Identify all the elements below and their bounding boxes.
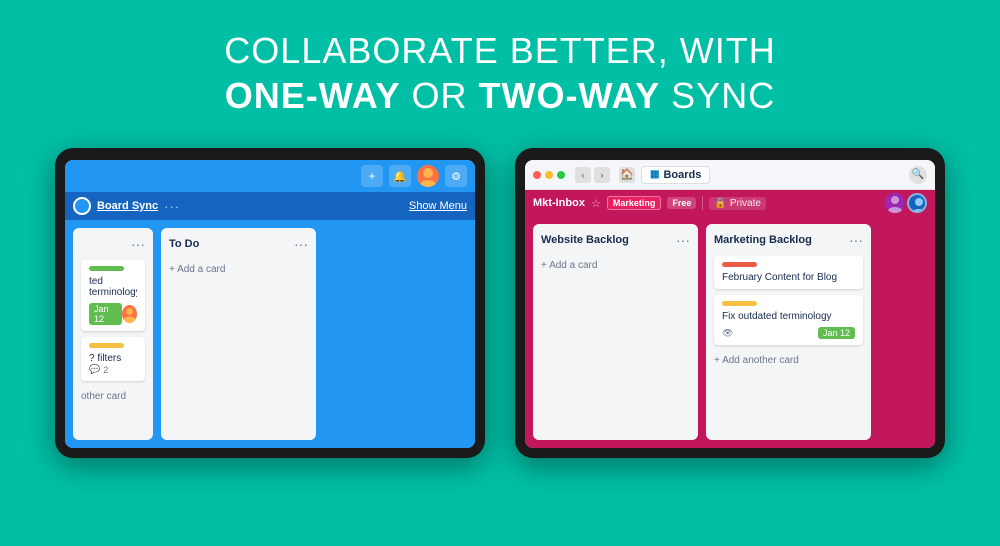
mkt-card2-date: Jan 12 <box>818 327 855 339</box>
hero-line2-oneway: ONE-WAY <box>225 75 401 116</box>
website-col-header: Website Backlog ··· <box>541 232 690 248</box>
partial-card-1: ted terminology Jan 12 <box>81 260 145 331</box>
boards-icon: ▦ <box>650 169 659 180</box>
left-screen: + 🔔 ⚙ Board Sync ··· Show Menu <box>65 160 475 448</box>
partial-card-2: ? filters 💬 2 <box>81 337 145 381</box>
left-toolbar: + 🔔 ⚙ <box>65 160 475 192</box>
website-col-more[interactable]: ··· <box>676 232 690 248</box>
minimize-button[interactable] <box>545 171 553 179</box>
close-button[interactable] <box>533 171 541 179</box>
right-screen: ‹ › 🏠 ▦ Boards 🔍 Mkt-Inbox ☆ Marketing F… <box>525 160 935 448</box>
marketing-badge: Marketing <box>607 196 662 210</box>
marketing-col-title: Marketing Backlog <box>714 234 812 246</box>
partial-col-header: ··· <box>81 236 145 252</box>
mkt-card2-text: Fix outdated terminology <box>722 311 855 322</box>
todo-col-more[interactable]: ··· <box>294 236 308 252</box>
todo-add-card[interactable]: + Add a card <box>169 260 308 279</box>
user-avatar <box>417 165 439 187</box>
boards-label: Boards <box>663 169 701 181</box>
todo-col-header: To Do ··· <box>169 236 308 252</box>
mkt-add-card[interactable]: + Add another card <box>714 351 863 370</box>
divider <box>702 196 703 210</box>
comment-count: 💬 2 <box>89 364 137 375</box>
hero-or: OR <box>401 75 479 116</box>
free-badge: Free <box>667 197 696 209</box>
website-add-card[interactable]: + Add a card <box>541 256 690 275</box>
boards-tab[interactable]: ▦ Boards <box>641 166 710 184</box>
nav-icons: ‹ › <box>575 167 610 183</box>
partial-column: ··· ted terminology Jan 12 <box>73 228 153 440</box>
marketing-backlog-column: Marketing Backlog ··· February Content f… <box>706 224 871 440</box>
devices-row: + 🔔 ⚙ Board Sync ··· Show Menu <box>0 148 1000 458</box>
mkt-avatars <box>885 193 927 213</box>
red-label <box>722 262 757 267</box>
hero-line1: COLLABORATE BETTER, WITH <box>224 30 775 71</box>
browser-toolbar: ‹ › 🏠 ▦ Boards 🔍 <box>525 160 935 190</box>
todo-column: To Do ··· + Add a card <box>161 228 316 440</box>
mkt-board-bar: Mkt-Inbox ☆ Marketing Free 🔒 Private <box>525 190 935 216</box>
hero-line2-twoway: TWO-WAY <box>479 75 661 116</box>
show-menu-link[interactable]: Show Menu <box>409 200 467 212</box>
card1-text: ted terminology <box>89 276 137 298</box>
lock-icon: 🔒 <box>714 198 726 209</box>
card1-avatar <box>122 305 137 323</box>
eye-icon: 👁 <box>722 328 733 339</box>
website-col-title: Website Backlog <box>541 234 629 246</box>
todo-title: To Do <box>169 238 199 250</box>
mkt-avatar-1 <box>885 193 905 213</box>
back-button[interactable]: ‹ <box>575 167 591 183</box>
board-dots: ··· <box>164 199 180 214</box>
mkt-board-content: Website Backlog ··· + Add a card Marketi… <box>525 216 935 448</box>
marketing-col-header: Marketing Backlog ··· <box>714 232 863 248</box>
board-subbar: Board Sync ··· Show Menu <box>65 192 475 220</box>
board-icon <box>73 197 91 215</box>
home-button[interactable]: 🏠 <box>619 167 635 183</box>
maximize-button[interactable] <box>557 171 565 179</box>
star-icon[interactable]: ☆ <box>591 197 601 210</box>
bell-button[interactable]: 🔔 <box>389 165 411 187</box>
marketing-col-more[interactable]: ··· <box>849 232 863 248</box>
board-content: ··· ted terminology Jan 12 <box>65 220 475 448</box>
card2-text: ? filters <box>89 353 137 364</box>
green-label <box>89 266 124 271</box>
mkt-card-1: February Content for Blog <box>714 256 863 289</box>
hero-sync: SYNC <box>660 75 775 116</box>
forward-button[interactable]: › <box>594 167 610 183</box>
mkt-yellow-label <box>722 301 757 306</box>
partial-add-card[interactable]: other card <box>81 387 145 406</box>
gear-button[interactable]: ⚙ <box>445 165 467 187</box>
right-tablet: ‹ › 🏠 ▦ Boards 🔍 Mkt-Inbox ☆ Marketing F… <box>515 148 945 458</box>
plus-button[interactable]: + <box>361 165 383 187</box>
hero-section: COLLABORATE BETTER, WITH ONE-WAY OR TWO-… <box>0 0 1000 138</box>
search-button[interactable]: 🔍 <box>909 166 927 184</box>
private-label: Private <box>730 198 761 209</box>
mkt-avatar-2 <box>907 193 927 213</box>
private-button[interactable]: 🔒 Private <box>709 197 766 210</box>
mkt-card-2: Fix outdated terminology 👁 Jan 12 <box>714 295 863 345</box>
board-name[interactable]: Board Sync <box>97 200 158 212</box>
partial-col-more[interactable]: ··· <box>131 236 145 252</box>
card1-date: Jan 12 <box>89 303 122 325</box>
mkt-board-name: Mkt-Inbox <box>533 197 585 209</box>
mkt-card1-text: February Content for Blog <box>722 272 855 283</box>
traffic-lights <box>533 171 565 179</box>
yellow-label <box>89 343 124 348</box>
left-tablet: + 🔔 ⚙ Board Sync ··· Show Menu <box>55 148 485 458</box>
website-backlog-column: Website Backlog ··· + Add a card <box>533 224 698 440</box>
hero-title: COLLABORATE BETTER, WITH ONE-WAY OR TWO-… <box>20 28 980 118</box>
